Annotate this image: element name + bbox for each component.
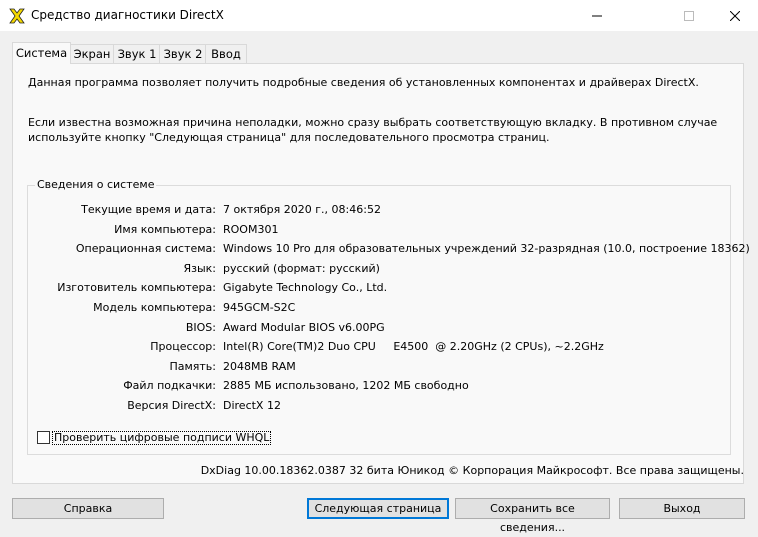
info-value: Windows 10 Pro для образовательных учреж… [223, 242, 750, 256]
maximize-button[interactable] [666, 0, 712, 31]
info-label: Язык: [183, 261, 216, 275]
exit-button[interactable]: Выход [619, 498, 745, 519]
info-row-os: Операционная система: Windows 10 Pro для … [28, 242, 750, 262]
save-all-info-button[interactable]: Сохранить все сведения... [455, 498, 610, 534]
system-tab-panel: Данная программа позволяет получить подр… [12, 63, 750, 484]
whql-label[interactable]: Проверить цифровые подписи WHQL [52, 431, 272, 445]
info-row-memory: Память: 2048MB RAM [28, 360, 732, 380]
info-value: русский (формат: русский) [223, 261, 380, 275]
info-value: DirectX 12 [223, 398, 281, 412]
info-row-processor: Процессор: Intel(R) Core(TM)2 Duo CPU E45… [28, 340, 732, 360]
info-value: ROOM301 [223, 222, 279, 236]
copyright-footer: DxDiag 10.00.18362.0387 32 бита Юникод ©… [200, 464, 744, 477]
info-row-datetime: Текущие время и дата: 7 октября 2020 г., … [28, 203, 732, 223]
window-title: Средство диагностики DirectX [31, 8, 224, 22]
minimize-button[interactable] [574, 0, 620, 31]
intro-text-2: Если известна возможная причина неполадк… [28, 116, 718, 144]
tab-display[interactable]: Экран [69, 44, 115, 63]
info-label: BIOS: [185, 320, 216, 334]
info-row-manufacturer: Изготовитель компьютера: Gigabyte Technol… [28, 281, 732, 301]
info-row-computer-name: Имя компьютера: ROOM301 [28, 223, 732, 243]
help-button[interactable]: Справка [12, 498, 164, 519]
info-value: Intel(R) Core(TM)2 Duo CPU E4500 @ 2.20G… [223, 340, 604, 354]
system-info-rows: Текущие время и дата: 7 октября 2020 г., … [28, 203, 750, 419]
info-label: Текущие время и дата: [81, 203, 216, 216]
maximize-icon [684, 10, 694, 21]
info-value: 2885 МБ использовано, 1202 МБ свободно [223, 379, 469, 393]
info-row-model: Модель компьютера: 945GCM-S2C [28, 301, 732, 321]
info-value: Award Modular BIOS v6.00PG [223, 320, 385, 334]
info-label: Изготовитель компьютера: [57, 281, 216, 295]
title-bar[interactable]: Средство диагностики DirectX [0, 0, 758, 32]
info-row-bios: BIOS: Award Modular BIOS v6.00PG [28, 321, 732, 341]
info-label: Память: [169, 359, 216, 373]
minimize-icon [592, 15, 602, 16]
info-value: 2048MB RAM [223, 359, 296, 373]
info-value: 7 октября 2020 г., 08:46:52 [223, 203, 381, 216]
info-row-language: Язык: русский (формат: русский) [28, 262, 732, 282]
intro-text-1: Данная программа позволяет получить подр… [28, 76, 699, 89]
tab-input[interactable]: Ввод [205, 44, 247, 63]
close-icon [730, 10, 740, 21]
directx-x-icon [9, 8, 25, 24]
info-label: Процессор: [150, 340, 216, 354]
next-page-button[interactable]: Следующая страница [307, 498, 449, 519]
close-button[interactable] [712, 0, 758, 31]
whql-checkbox[interactable] [37, 431, 50, 444]
info-label: Файл подкачки: [123, 379, 216, 393]
info-label: Имя компьютера: [114, 222, 216, 236]
group-title: Сведения о системе [35, 178, 157, 191]
system-info-group: Сведения о системе Текущие время и дата:… [27, 178, 750, 455]
info-row-page-file: Файл подкачки: 2885 МБ использовано, 1202… [28, 379, 732, 399]
tab-sound-1[interactable]: Звук 1 [113, 44, 161, 63]
tab-system[interactable]: Система [12, 42, 71, 64]
tab-sound-2[interactable]: Звук 2 [159, 44, 207, 63]
info-label: Модель компьютера: [93, 300, 216, 314]
info-value: Gigabyte Technology Co., Ltd. [223, 281, 388, 295]
info-label: Версия DirectX: [127, 398, 216, 412]
info-row-directx-version: Версия DirectX: DirectX 12 [28, 399, 732, 419]
info-label: Операционная система: [75, 242, 216, 256]
info-value: 945GCM-S2C [223, 300, 296, 314]
